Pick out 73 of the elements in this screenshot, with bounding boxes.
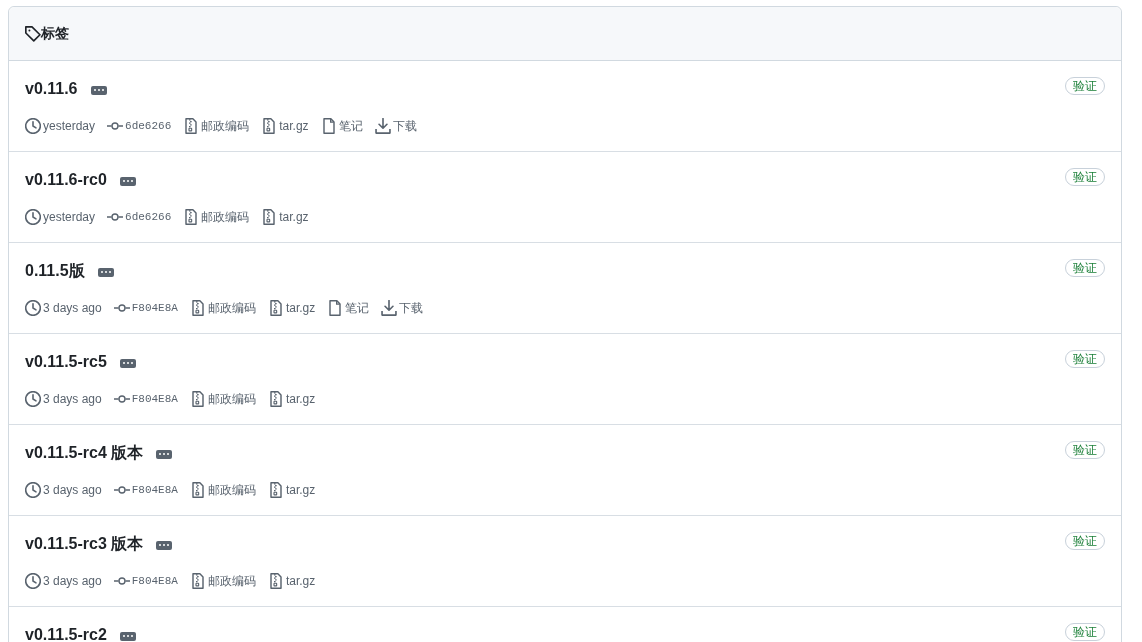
zipped-file-icon [267, 573, 284, 589]
clock-icon [25, 118, 41, 134]
notes-link[interactable]: 笔记 [320, 118, 363, 134]
zipped-file-icon [267, 482, 284, 498]
tag-name-link[interactable]: v0.11.5-rc3 版本 [25, 532, 144, 556]
archive-link[interactable]: tar.gz [261, 118, 309, 134]
clock-icon [25, 300, 41, 316]
tag-name-link[interactable]: 0.11.5版 [25, 259, 85, 283]
zipped-file-icon [183, 209, 200, 225]
expand-button[interactable] [156, 449, 173, 459]
archive-link[interactable]: 邮政编码 [183, 118, 250, 134]
tag-icon [25, 25, 41, 42]
commit-link[interactable]: 6de6266 [107, 118, 172, 134]
commit-link[interactable]: 6de6266 [107, 209, 172, 225]
download-icon [374, 118, 391, 134]
verified-badge[interactable]: 验证 [1065, 168, 1105, 186]
verified-badge[interactable]: 验证 [1065, 441, 1105, 459]
verified-badge[interactable]: 验证 [1065, 532, 1105, 550]
archive-link[interactable]: tar.gz [261, 209, 309, 225]
zipped-file-icon [267, 300, 284, 316]
commit-link[interactable]: F804E8A [113, 482, 178, 498]
clock-icon [25, 391, 41, 407]
zipped-file-icon [189, 573, 206, 589]
tag-name-link[interactable]: v0.11.5-rc4 版本 [25, 441, 144, 465]
archive-link[interactable]: 邮政编码 [189, 482, 256, 498]
commit-link[interactable]: F804E8A [113, 573, 178, 589]
tag-name-link[interactable]: v0.11.5-rc5 [25, 350, 107, 374]
expand-button[interactable] [119, 358, 136, 368]
commit-link[interactable]: F804E8A [113, 391, 178, 407]
archive-link[interactable]: tar.gz [267, 300, 316, 316]
relative-time: yesterday [43, 209, 96, 225]
relative-time: 3 days ago [43, 482, 102, 498]
file-icon [327, 300, 344, 316]
verified-badge[interactable]: 验证 [1065, 259, 1105, 277]
expand-button[interactable] [97, 267, 114, 277]
expand-button[interactable] [90, 85, 107, 95]
archive-link[interactable]: 邮政编码 [189, 573, 256, 589]
section-title: 标签 [41, 24, 69, 43]
download-icon [381, 300, 398, 316]
archive-link[interactable]: 邮政编码 [189, 300, 256, 316]
verified-badge[interactable]: 验证 [1065, 77, 1105, 95]
clock-icon [25, 209, 41, 225]
tag-name-link[interactable]: v0.11.6 [25, 77, 78, 101]
relative-time: 3 days ago [43, 391, 102, 407]
tag-name-link[interactable]: v0.11.6-rc0 [25, 168, 107, 192]
notes-link[interactable]: 笔记 [327, 300, 370, 316]
zipped-file-icon [189, 300, 206, 316]
zipped-file-icon [189, 391, 206, 407]
verified-badge[interactable]: 验证 [1065, 350, 1105, 368]
archive-link[interactable]: 邮政编码 [189, 391, 256, 407]
expand-button[interactable] [119, 631, 136, 641]
zipped-file-icon [261, 209, 278, 225]
zipped-file-icon [189, 482, 206, 498]
expand-button[interactable] [119, 176, 136, 186]
file-icon [320, 118, 337, 134]
download-link[interactable]: 下载 [381, 300, 424, 316]
archive-link[interactable]: tar.gz [267, 482, 316, 498]
archive-link[interactable]: tar.gz [267, 573, 316, 589]
zipped-file-icon [267, 391, 284, 407]
relative-time: 3 days ago [43, 300, 102, 316]
zipped-file-icon [261, 118, 278, 134]
zipped-file-icon [183, 118, 200, 134]
tag-name-link[interactable]: v0.11.5-rc2 [25, 623, 107, 642]
expand-button[interactable] [156, 540, 173, 550]
verified-badge[interactable]: 验证 [1065, 623, 1105, 641]
archive-link[interactable]: tar.gz [267, 391, 316, 407]
clock-icon [25, 573, 41, 589]
clock-icon [25, 482, 41, 498]
relative-time: 3 days ago [43, 573, 102, 589]
download-link[interactable]: 下载 [374, 118, 417, 134]
archive-link[interactable]: 邮政编码 [183, 209, 250, 225]
commit-link[interactable]: F804E8A [113, 300, 178, 316]
relative-time: yesterday [43, 118, 96, 134]
